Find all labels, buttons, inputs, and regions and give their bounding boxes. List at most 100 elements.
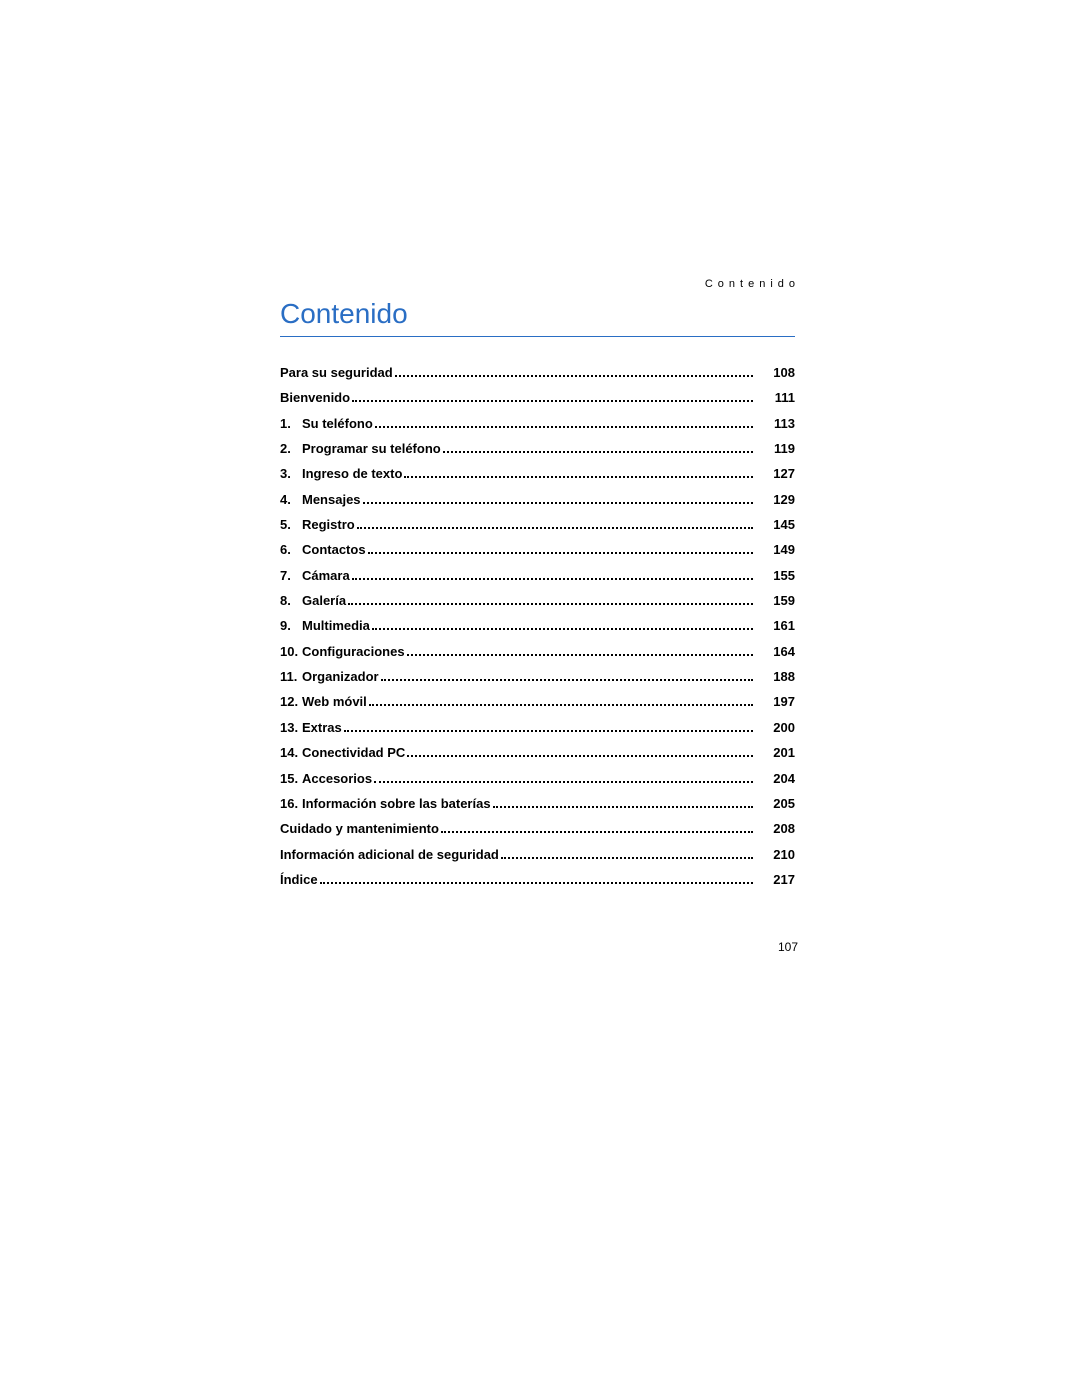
toc-entry: 9. Multimedia 161 (280, 613, 795, 638)
toc-entry: Índice 217 (280, 867, 795, 892)
toc-chapter-num: 15. (280, 766, 302, 791)
toc-leader-dots (369, 704, 753, 706)
toc-page-num: 205 (763, 791, 795, 816)
toc-leader-dots (352, 400, 753, 402)
toc-entry: 7. Cámara 155 (280, 563, 795, 588)
toc-chapter-num: 9. (280, 613, 302, 638)
toc-label: Información sobre las baterías (302, 791, 491, 816)
toc-page-num: 217 (763, 867, 795, 892)
toc-entry: 6. Contactos 149 (280, 537, 795, 562)
toc-page-num: 197 (763, 689, 795, 714)
page-title: Contenido (280, 298, 795, 337)
toc-chapter-num: 12. (280, 689, 302, 714)
toc-page-num: 119 (763, 436, 795, 461)
toc-label: Cámara (302, 563, 350, 588)
toc-leader-dots (395, 375, 753, 377)
toc-leader-dots (357, 527, 753, 529)
toc-page-num: 113 (763, 411, 795, 436)
toc-page-num: 155 (763, 563, 795, 588)
toc-leader-dots (368, 552, 753, 554)
toc-page-num: 164 (763, 639, 795, 664)
toc-entry: 3. Ingreso de texto 127 (280, 461, 795, 486)
toc-label: Índice (280, 867, 318, 892)
toc-leader-dots (320, 882, 753, 884)
toc-entry: 2. Programar su teléfono 119 (280, 436, 795, 461)
toc-label: Conectividad PC (302, 740, 405, 765)
toc-page-num: 161 (763, 613, 795, 638)
toc-entry: 5. Registro 145 (280, 512, 795, 537)
toc-entry: Bienvenido 111 (280, 385, 795, 410)
toc-entry: Cuidado y mantenimiento 208 (280, 816, 795, 841)
toc-leader-dots (501, 857, 753, 859)
toc-label: Información adicional de seguridad (280, 842, 499, 867)
toc-chapter-num: 7. (280, 563, 302, 588)
toc-label: Contactos (302, 537, 366, 562)
toc-entry: Para su seguridad 108 (280, 360, 795, 385)
toc-label: Galería (302, 588, 346, 613)
toc-label: Para su seguridad (280, 360, 393, 385)
toc-page-num: 127 (763, 461, 795, 486)
toc-label: Accesorios (302, 766, 372, 791)
toc-label: Configuraciones (302, 639, 405, 664)
toc-entry: Información adicional de seguridad 210 (280, 842, 795, 867)
toc-entry: 13. Extras 200 (280, 715, 795, 740)
table-of-contents: Para su seguridad 108 Bienvenido 111 1. … (280, 360, 795, 892)
toc-leader-dots (404, 476, 753, 478)
toc-leader-dots (375, 426, 753, 428)
toc-entry: 4. Mensajes 129 (280, 487, 795, 512)
toc-chapter-num: 13. (280, 715, 302, 740)
toc-page-num: 111 (763, 385, 795, 410)
toc-leader-dots (344, 730, 753, 732)
toc-leader-dots (352, 578, 753, 580)
toc-entry: 11. Organizador 188 (280, 664, 795, 689)
toc-label: Organizador (302, 664, 379, 689)
toc-chapter-num: 16. (280, 791, 302, 816)
toc-entry: 8. Galería 159 (280, 588, 795, 613)
toc-chapter-num: 6. (280, 537, 302, 562)
toc-label: Cuidado y mantenimiento (280, 816, 439, 841)
toc-chapter-num: 3. (280, 461, 302, 486)
toc-chapter-num: 10. (280, 639, 302, 664)
running-header: Contenido (705, 278, 800, 290)
toc-leader-dots (407, 654, 753, 656)
toc-leader-dots (381, 679, 753, 681)
toc-chapter-num: 4. (280, 487, 302, 512)
toc-label: Bienvenido (280, 385, 350, 410)
toc-page-num: 188 (763, 664, 795, 689)
toc-leader-dots (493, 806, 753, 808)
toc-leader-dots (348, 603, 753, 605)
toc-entry: 15. Accesorios 204 (280, 766, 795, 791)
toc-leader-dots (407, 755, 753, 757)
toc-label: Su teléfono (302, 411, 373, 436)
toc-chapter-num: 1. (280, 411, 302, 436)
toc-page-num: 159 (763, 588, 795, 613)
toc-label: Ingreso de texto (302, 461, 402, 486)
toc-page-num: 200 (763, 715, 795, 740)
toc-page-num: 210 (763, 842, 795, 867)
toc-leader-dots (443, 451, 753, 453)
toc-page-num: 145 (763, 512, 795, 537)
toc-label: Multimedia (302, 613, 370, 638)
toc-label: Mensajes (302, 487, 361, 512)
toc-chapter-num: 8. (280, 588, 302, 613)
toc-page-num: 149 (763, 537, 795, 562)
toc-page-num: 208 (763, 816, 795, 841)
toc-label: Registro (302, 512, 355, 537)
toc-page-num: 129 (763, 487, 795, 512)
toc-leader-dots (372, 628, 753, 630)
toc-chapter-num: 14. (280, 740, 302, 765)
toc-entry: 16. Información sobre las baterías 205 (280, 791, 795, 816)
toc-entry: 1. Su teléfono 113 (280, 411, 795, 436)
toc-page-num: 108 (763, 360, 795, 385)
toc-label: Extras (302, 715, 342, 740)
toc-leader-dots (441, 831, 753, 833)
toc-label: Web móvil (302, 689, 367, 714)
toc-entry: 12. Web móvil 197 (280, 689, 795, 714)
toc-page-num: 201 (763, 740, 795, 765)
toc-page-num: 204 (763, 766, 795, 791)
toc-chapter-num: 2. (280, 436, 302, 461)
toc-entry: 10. Configuraciones 164 (280, 639, 795, 664)
toc-chapter-num: 11. (280, 664, 302, 689)
toc-leader-dots (374, 781, 753, 783)
page-number: 107 (778, 940, 798, 954)
